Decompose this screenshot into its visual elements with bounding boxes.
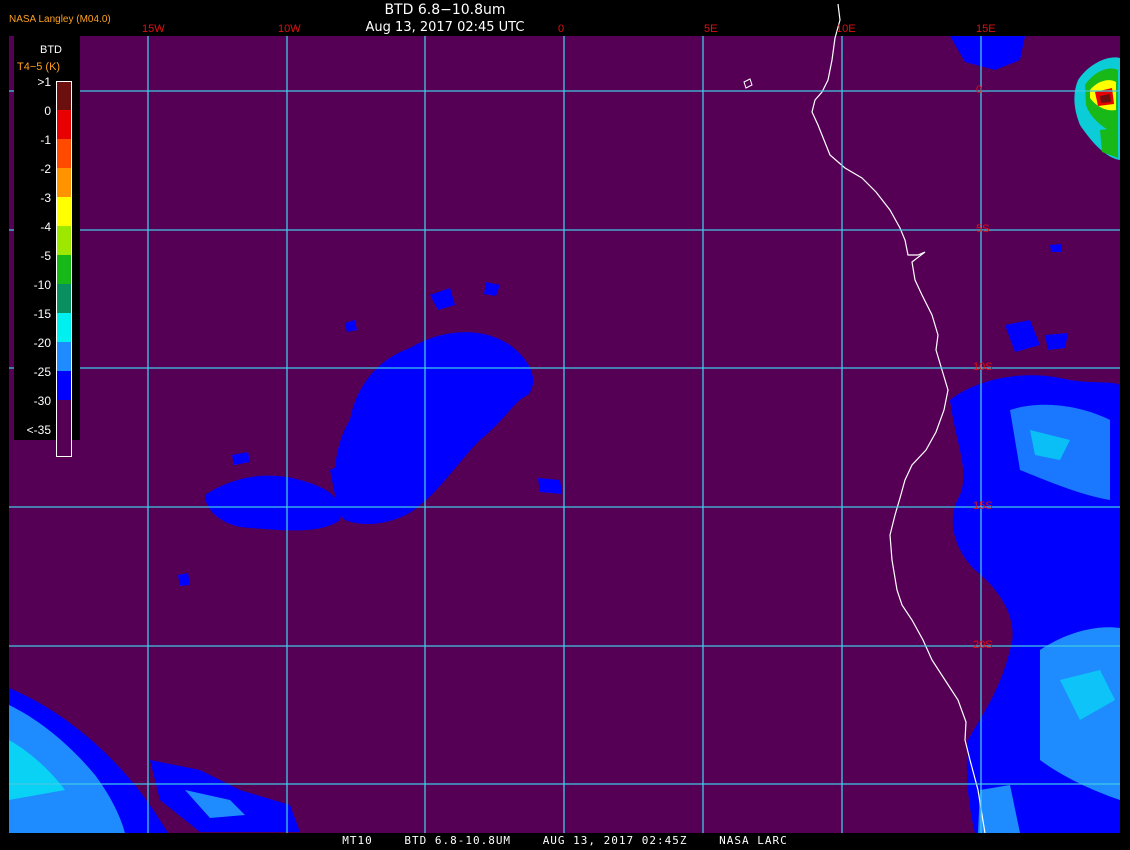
lon-label-5e: 5E [704,23,718,35]
legend-frame [56,81,72,457]
legend-units: T4−5 (K) [17,61,61,73]
lat-label-15s: 15S [973,500,993,512]
footer-bar: MT10 BTD 6.8-10.8UM AUG 13, 2017 02:45Z … [0,834,1130,847]
lon-label-10e: 10E [836,23,856,35]
legend-label: -1 [40,133,51,147]
lon-label-15e: 15E [976,23,996,35]
color-legend: BTD T4−5 (K) >1 0 -1 -2 -3 -4 -5 -10 -15 -20 -25 -3… [14,36,80,458]
legend-label: -30 [33,394,51,408]
satellite-map [0,0,1130,850]
legend-label: -2 [40,162,51,176]
legend-label: -15 [33,307,51,321]
lon-label-15w: 15W [142,23,165,35]
lon-label-0: 0 [558,23,565,35]
footer-product-name: BTD 6.8-10.8UM [404,834,512,847]
legend-label: >1 [37,75,51,89]
lat-label-20s: 20S [973,639,993,651]
legend-label: -25 [33,365,51,379]
legend-label: -5 [40,249,51,263]
credit-label: NASA Langley (M04.0) [9,14,111,25]
lat-label-5s: 5S [976,223,990,235]
lon-label-10w: 10W [278,23,301,35]
legend-label: -20 [33,336,51,350]
legend-label: <-35 [26,423,51,437]
footer-datetime: AUG 13, 2017 02:45Z [542,834,688,847]
legend-label: -10 [33,278,51,292]
footer-product: MT10 [342,834,373,847]
map-timestamp: Aug 13, 2017 02:45 UTC [365,20,525,35]
footer-agency: NASA LARC [719,834,788,847]
legend-label: -4 [40,220,51,234]
legend-title: BTD [40,44,62,56]
map-title: BTD 6.8−10.8um [384,2,506,18]
legend-label: -3 [40,191,51,205]
legend-label: 0 [44,104,51,118]
lat-label-0: 0 [976,84,983,96]
lat-label-10s: 10S [973,361,993,373]
